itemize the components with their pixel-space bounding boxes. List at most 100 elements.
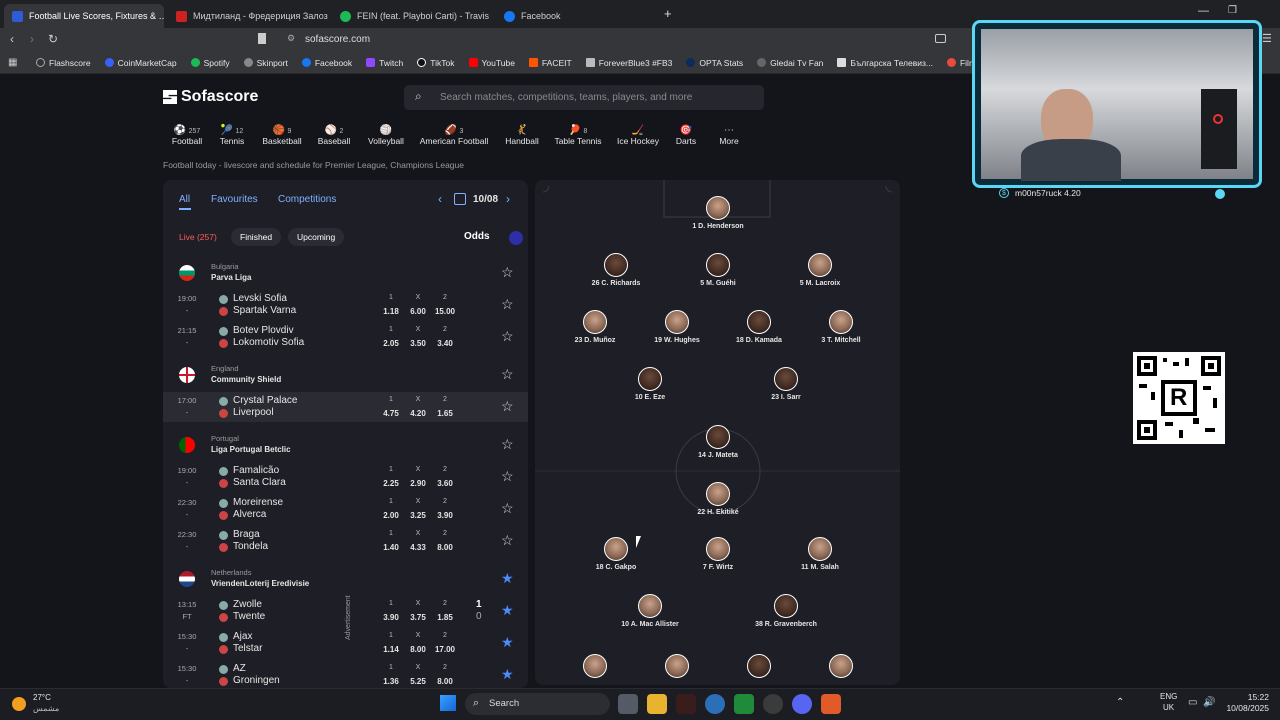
search-input[interactable]: ⌕ Search matches, competitions, teams, p…	[404, 85, 764, 110]
task-view-icon[interactable]	[618, 694, 638, 714]
player-marker[interactable]: 3 T. Mitchell	[796, 310, 886, 345]
bookmark-gledai[interactable]: Gledai Tv Fan	[757, 58, 823, 68]
sofascore-logo[interactable]: Sofascore	[163, 88, 258, 106]
odds-toggle[interactable]	[509, 231, 523, 245]
odds-draw[interactable]: 3.75	[405, 613, 431, 622]
match-row[interactable]: 21:15 - Botev Plovdiv Lokomotiv Sofia 1 X 2 2.0…	[163, 322, 528, 352]
tab-midtjylland[interactable]: Мидтиланд - Фредериция Залози …	[168, 4, 328, 28]
player-marker[interactable]: 5 M. Lacroix	[775, 253, 865, 288]
bookmark-flashscore[interactable]: Flashscore	[36, 58, 91, 68]
sport-american-football[interactable]: 🏈 3 American Football	[414, 125, 494, 146]
tray-chevron-icon[interactable]: ⌃	[1116, 697, 1124, 708]
player-marker[interactable]: 1 D. Henderson	[673, 196, 763, 231]
odds-home[interactable]: 2.00	[378, 511, 404, 520]
url-field[interactable]: sofascore.com	[305, 34, 370, 45]
player-marker[interactable]: 14 J. Mateta	[673, 425, 763, 460]
favourite-match-star-icon[interactable]: ☆	[501, 468, 514, 485]
clock-date[interactable]: 10/08/2025	[1220, 703, 1269, 713]
odds-draw[interactable]: 5.25	[405, 677, 431, 686]
bookmark-skinport[interactable]: Skinport	[243, 58, 288, 68]
match-row[interactable]: 17:00 - Crystal Palace Liverpool 1 X 2 4.75 4.20…	[163, 392, 528, 422]
calendar-icon[interactable]	[454, 193, 466, 205]
filter-live[interactable]: Live (257)	[171, 228, 225, 246]
player-marker[interactable]: 11 M. Salah	[775, 537, 865, 572]
sport-volleyball[interactable]: 🏐 Volleyball	[356, 125, 416, 146]
favourite-match-star-icon[interactable]: ☆	[501, 398, 514, 415]
maximize-icon[interactable]: ❐	[1228, 5, 1237, 16]
favourite-match-star-icon[interactable]: ★	[501, 666, 514, 683]
odds-away[interactable]: 3.90	[432, 511, 458, 520]
steam-icon[interactable]	[763, 694, 783, 714]
player-marker[interactable]: 23 D. Muñoz	[550, 310, 640, 345]
match-row[interactable]: 19:00 - Levski Sofia Spartak Varna 1 X 2 1.18 6.…	[163, 290, 528, 320]
sport-basketball[interactable]: 🏀 9 Basketball	[252, 125, 312, 146]
bookmark-spotify[interactable]: Spotify	[190, 58, 230, 68]
sport-table-tennis[interactable]: 🏓 8 Table Tennis	[548, 125, 608, 146]
back-icon[interactable]: ‹	[10, 32, 14, 46]
sport-handball[interactable]: 🤾 Handball	[492, 125, 552, 146]
favourite-match-star-icon[interactable]: ☆	[501, 296, 514, 313]
odds-away[interactable]: 1.65	[432, 409, 458, 418]
lang-indicator[interactable]: ENG	[1160, 692, 1177, 701]
next-date-icon[interactable]: ›	[506, 192, 510, 206]
odds-home[interactable]: 2.05	[378, 339, 404, 348]
odds-draw[interactable]: 4.20	[405, 409, 431, 418]
bookmark-bg-tv[interactable]: Българска Телевиз...	[837, 58, 933, 68]
bookmark-youtube[interactable]: YouTube	[468, 58, 515, 68]
tab-sofascore[interactable]: Football Live Scores, Fixtures & … ✕	[4, 4, 164, 28]
player-marker[interactable]: 18 D. Kamada	[714, 310, 804, 345]
player-marker[interactable]	[550, 654, 640, 681]
odds-away[interactable]: 1.85	[432, 613, 458, 622]
odds-draw[interactable]: 3.50	[405, 339, 431, 348]
odds-away[interactable]: 15.00	[432, 307, 458, 316]
favourite-match-star-icon[interactable]: ☆	[501, 328, 514, 345]
player-marker[interactable]	[714, 654, 804, 681]
browser-app-icon[interactable]	[705, 694, 725, 714]
favourite-league-star-icon[interactable]: ☆	[501, 436, 514, 453]
file-explorer-icon[interactable]	[647, 694, 667, 714]
odds-draw[interactable]: 2.90	[405, 479, 431, 488]
bookmark-foreverblue[interactable]: ForeverBlue3 #FB3	[585, 58, 672, 68]
odds-draw[interactable]: 3.25	[405, 511, 431, 520]
screen-icon[interactable]	[935, 34, 946, 43]
weather-temp[interactable]: 27°C	[33, 693, 51, 702]
player-marker[interactable]	[632, 654, 722, 681]
clock-time[interactable]: 15:22	[1225, 692, 1269, 702]
favourite-match-star-icon[interactable]: ★	[501, 634, 514, 651]
windows-start-icon[interactable]	[440, 695, 456, 711]
player-marker[interactable]: 22 H. Ekitiké	[673, 482, 763, 517]
match-row[interactable]: 22:30 - Braga Tondela 1 X 2 1.40 4.33 8.00 ☆	[163, 526, 528, 556]
tab-all[interactable]: All	[179, 194, 190, 205]
site-info-icon[interactable]: ⚙	[287, 33, 295, 44]
favourite-league-star-icon[interactable]: ★	[501, 570, 514, 587]
date-display[interactable]: 10/08	[473, 194, 498, 205]
favourite-match-star-icon[interactable]: ★	[501, 602, 514, 619]
match-row[interactable]: 19:00 - Famalicão Santa Clara 1 X 2 2.25 2.90 3.6…	[163, 462, 528, 492]
forward-icon[interactable]: ›	[30, 32, 34, 46]
odds-home[interactable]: 1.36	[378, 677, 404, 686]
tab-competitions[interactable]: Competitions	[278, 194, 336, 205]
odds-home[interactable]: 1.14	[378, 645, 404, 654]
odds-home[interactable]: 1.40	[378, 543, 404, 552]
bookmark-opta[interactable]: OPTA Stats	[686, 58, 743, 68]
favourite-match-star-icon[interactable]: ☆	[501, 532, 514, 549]
menu-icon[interactable]: ☰	[1262, 32, 1272, 45]
player-marker[interactable]: 26 C. Richards	[571, 253, 661, 288]
player-marker[interactable]: 23 I. Sarr	[741, 367, 831, 402]
tab-spotify-song[interactable]: FEIN (feat. Playboi Carti) - Travis …	[332, 4, 492, 28]
bookmark-tiktok[interactable]: TikTok	[417, 58, 455, 68]
apps-grid-icon[interactable]: ▦	[8, 57, 17, 68]
bookmark-icon[interactable]	[258, 33, 266, 44]
match-row[interactable]: 15:30 - AZ Groningen 1 X 2 1.36 5.25 8.00 ★	[163, 660, 528, 688]
player-marker[interactable]: 7 F. Wirtz	[673, 537, 763, 572]
odds-home[interactable]: 2.25	[378, 479, 404, 488]
bookmark-coinmarketcap[interactable]: CoinMarketCap	[104, 58, 177, 68]
prev-date-icon[interactable]: ‹	[438, 192, 442, 206]
player-marker[interactable]: 19 W. Hughes	[632, 310, 722, 345]
odds-draw[interactable]: 6.00	[405, 307, 431, 316]
odds-draw[interactable]: 8.00	[405, 645, 431, 654]
bookmark-twitch[interactable]: Twitch	[366, 58, 403, 68]
league-header[interactable]: Bulgaria Parva Liga ☆	[163, 258, 528, 288]
app-icon[interactable]	[676, 694, 696, 714]
player-marker[interactable]: 10 A. Mac Allister	[605, 594, 695, 629]
